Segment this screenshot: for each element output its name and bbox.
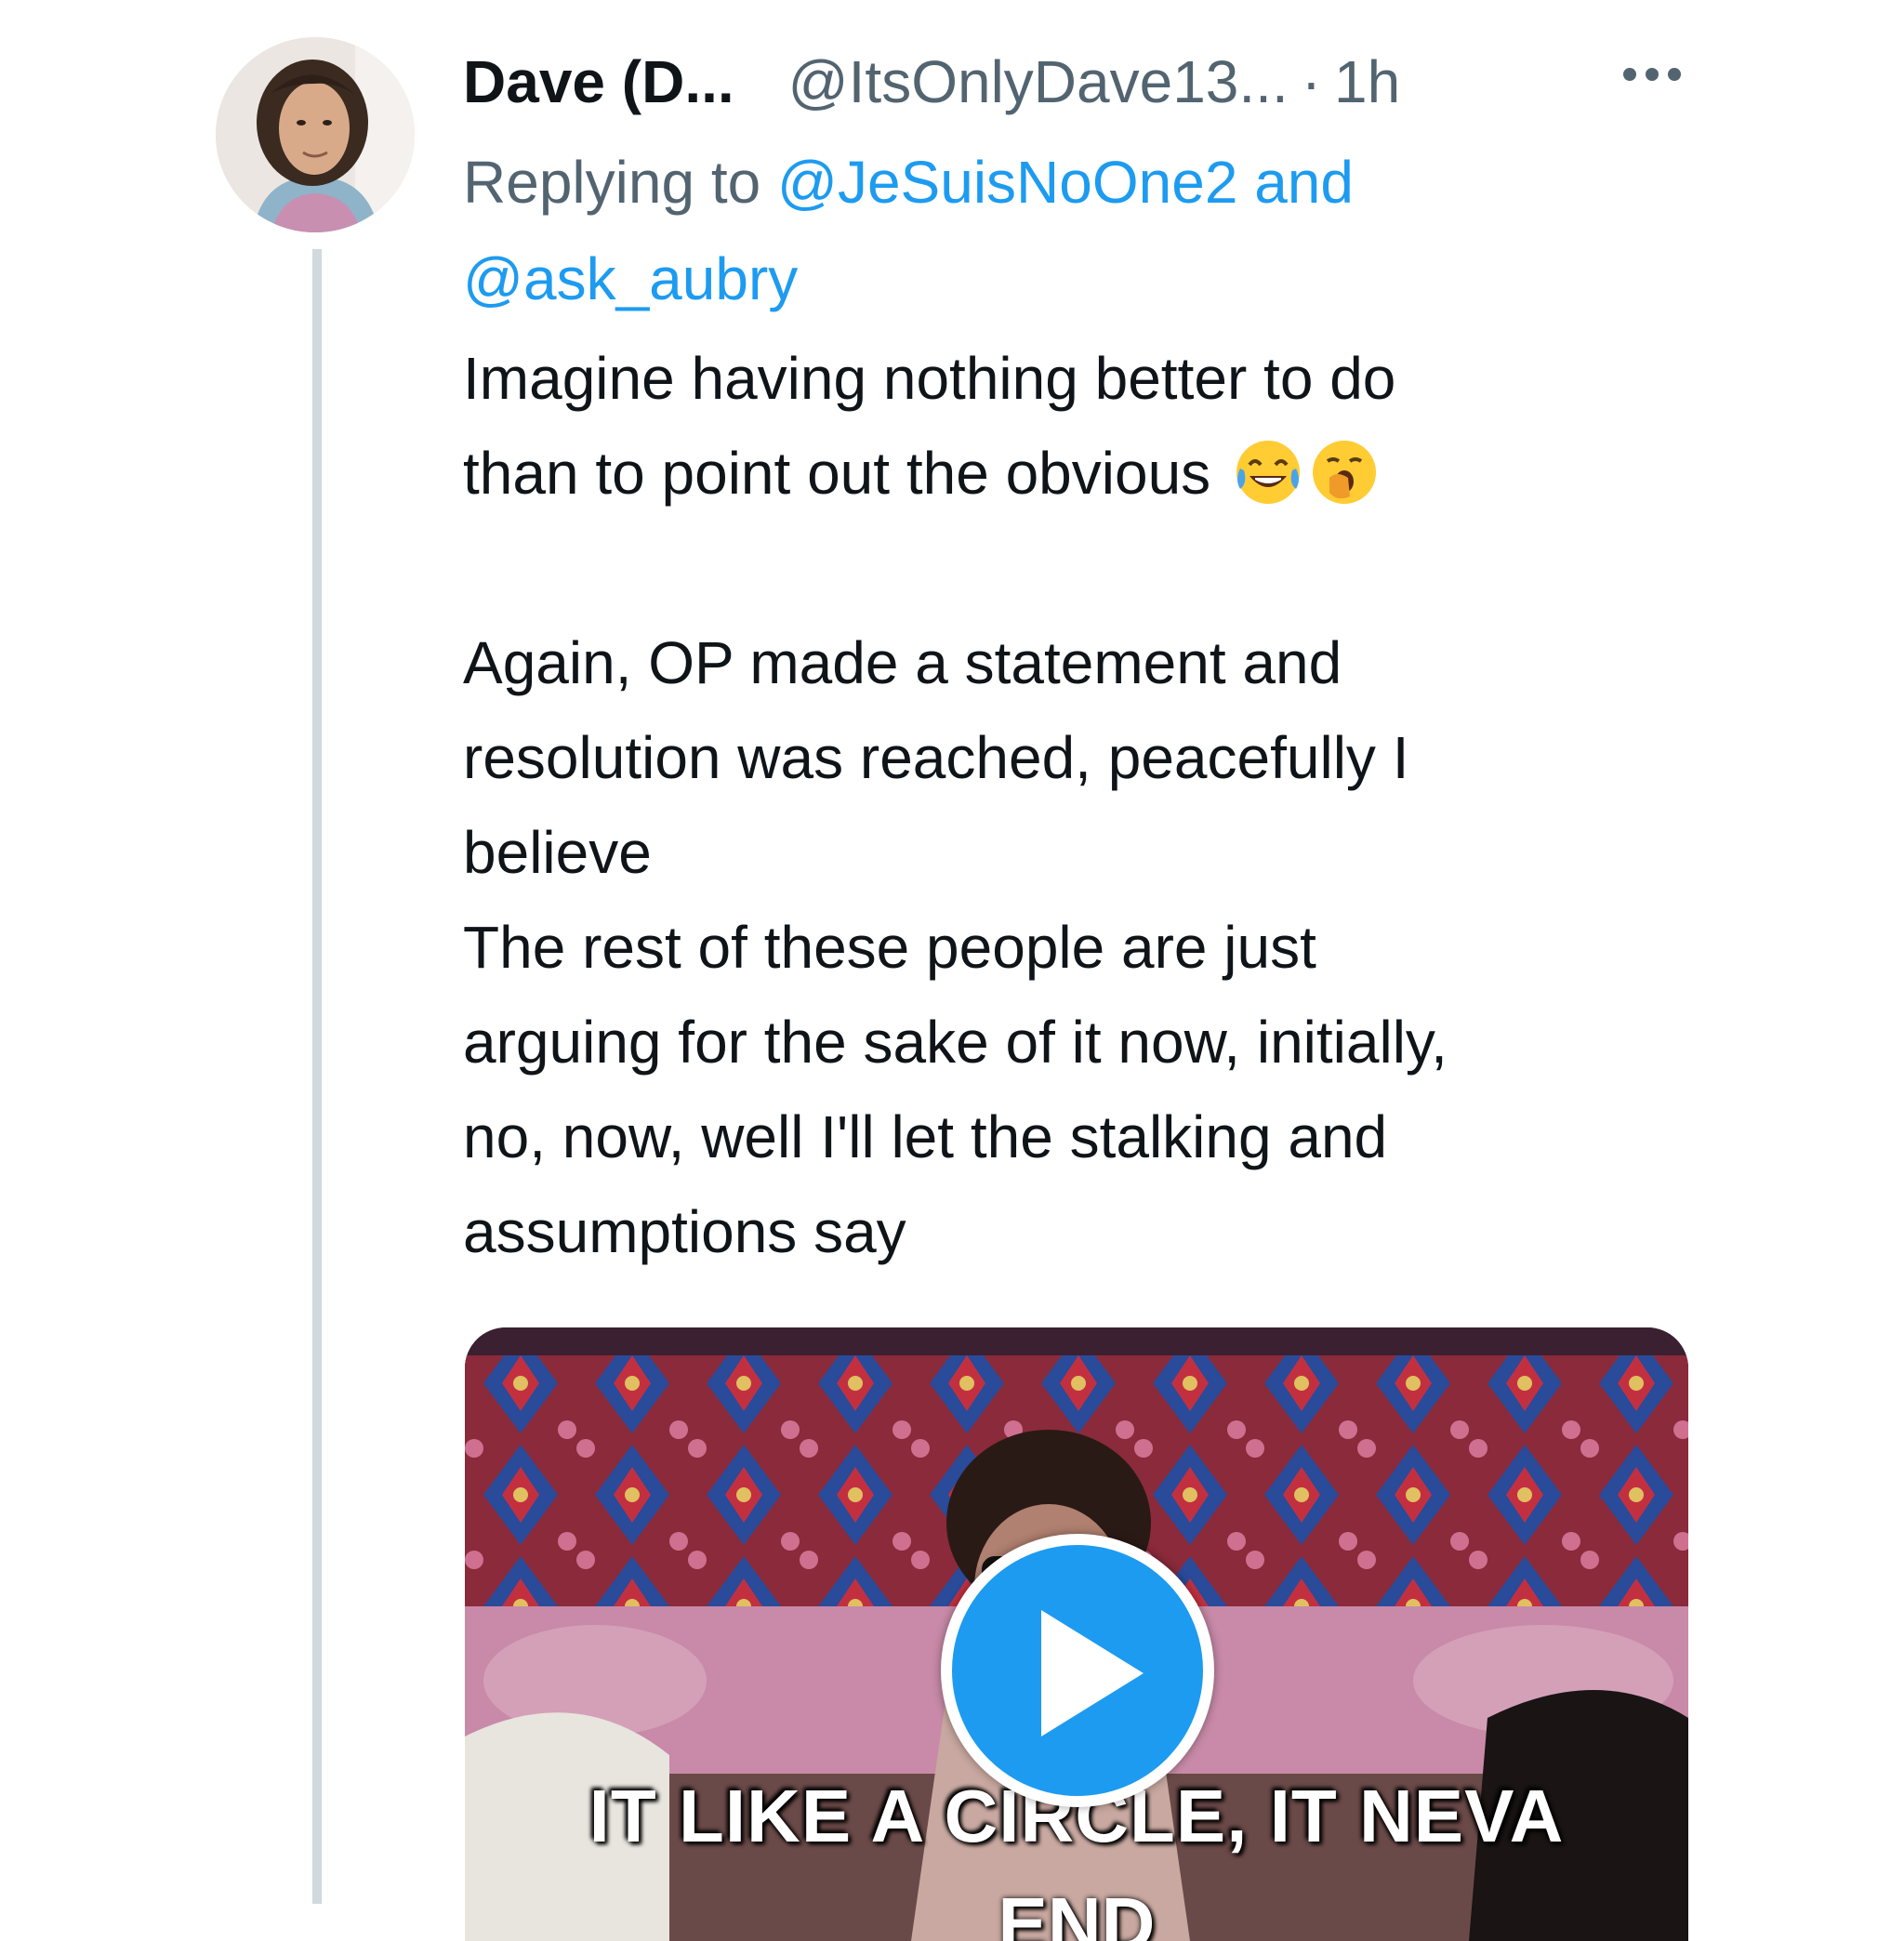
tweet-header: Dave (D... @ItsOnlyDave13... · 1h — [463, 43, 1400, 121]
separator-dot: · — [1301, 48, 1322, 115]
avatar-image — [216, 37, 415, 232]
more-horizontal-icon — [1623, 68, 1681, 81]
replying-to-line: Replying to @JeSuisNoOne2 and — [463, 134, 1765, 231]
timestamp[interactable]: 1h — [1334, 47, 1400, 116]
tweet-text: Imagine having nothing better to do than… — [463, 331, 1802, 1279]
tweet-text-line: Again, OP made a statement and — [463, 629, 1342, 696]
mention-jesuisnoone2[interactable]: @JeSuisNoOne2 — [777, 149, 1237, 216]
tweet-text-line: believe — [463, 819, 652, 886]
play-icon — [1041, 1610, 1144, 1736]
face-with-tears-of-joy-icon — [1236, 441, 1300, 505]
avatar[interactable] — [216, 37, 415, 232]
tweet-text-line: resolution was reached, peacefully I — [463, 724, 1409, 791]
tweet-text-line: arguing for the sake of it now, initiall… — [463, 1009, 1448, 1076]
tweet-text-line: Imagine having nothing better to do — [463, 345, 1396, 412]
replying-to-label: Replying to — [463, 149, 761, 216]
yawning-face-icon — [1312, 441, 1376, 505]
tweet-text-line: no, now, well I'll let the stalking and — [463, 1103, 1388, 1170]
mention-ask-aubry[interactable]: @ask_aubry — [463, 245, 798, 312]
gif-caption-2: END — [998, 1882, 1156, 1941]
display-name[interactable]: Dave (D... — [463, 47, 734, 116]
play-button[interactable] — [941, 1534, 1214, 1807]
more-options-button[interactable] — [1621, 56, 1683, 93]
replying-to-line-2: @ask_aubry — [463, 231, 1765, 327]
tweet-text-line: assumptions say — [463, 1198, 906, 1265]
thread-line — [312, 249, 322, 1904]
replying-conjunction: and — [1254, 149, 1354, 216]
handle[interactable]: @ItsOnlyDave13... — [788, 47, 1289, 116]
tweet-text-segment: than to point out the obvious — [463, 440, 1211, 507]
tweet-text-line: than to point out the obvious — [463, 426, 1802, 521]
tweet-text-line: The rest of these people are just — [463, 914, 1316, 981]
